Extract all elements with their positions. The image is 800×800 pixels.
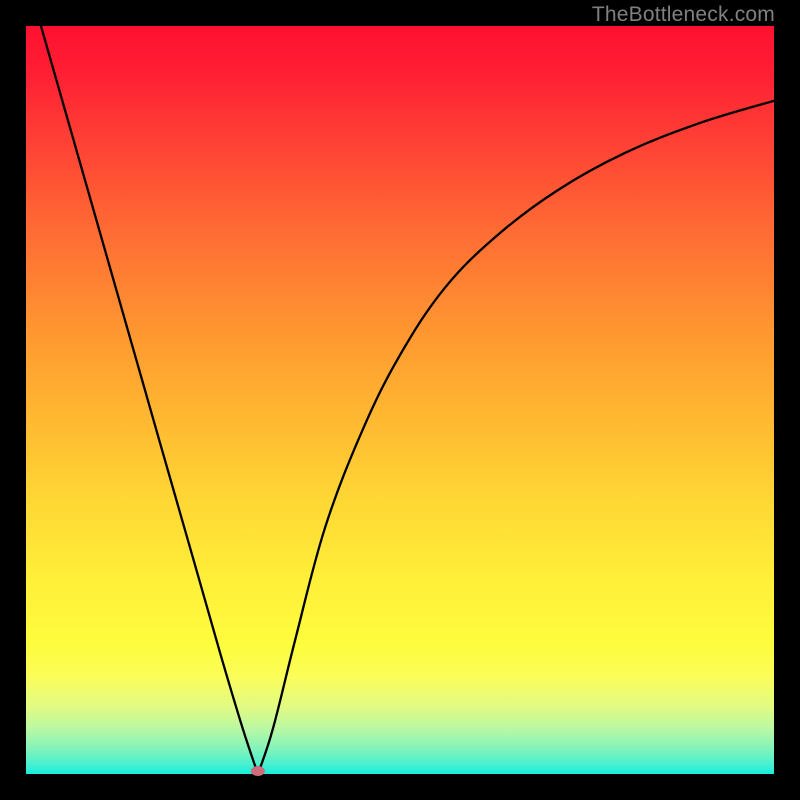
plot-area bbox=[26, 26, 774, 774]
chart-frame: TheBottleneck.com bbox=[0, 0, 800, 800]
watermark-text: TheBottleneck.com bbox=[592, 3, 775, 27]
minimum-dot bbox=[251, 766, 265, 776]
curve-left-branch bbox=[41, 26, 258, 774]
curve-layer bbox=[26, 26, 774, 774]
curve-right-branch bbox=[258, 101, 774, 774]
